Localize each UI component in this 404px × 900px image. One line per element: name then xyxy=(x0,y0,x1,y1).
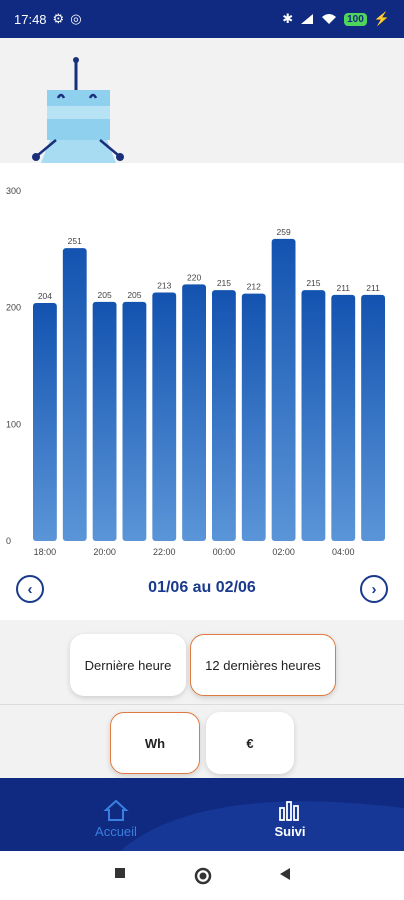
date-range-label: 01/06 au 02/06 xyxy=(148,579,256,596)
chart-bar xyxy=(152,292,177,541)
notification-icon: ◎ xyxy=(70,11,82,26)
last-12-hours-button[interactable]: 12 dernières heures xyxy=(190,634,336,696)
chart-bar xyxy=(301,290,326,541)
x-tick-label: 04:00 xyxy=(332,547,355,557)
bar-value-label: 211 xyxy=(336,283,350,293)
chart-bar xyxy=(361,294,385,541)
bar-value-label: 204 xyxy=(38,291,52,301)
unit-euro-button[interactable]: € xyxy=(206,712,294,774)
bar-value-label: 220 xyxy=(187,272,201,282)
sync-icon: ⚙ xyxy=(52,11,65,26)
bar-value-label: 213 xyxy=(157,281,171,291)
nav-home[interactable]: Accueil xyxy=(76,798,156,839)
status-time: 17:48 xyxy=(14,11,47,27)
x-tick-label: 18:00 xyxy=(34,547,57,557)
bar-value-label: 205 xyxy=(97,290,111,300)
unit-wh-button[interactable]: Wh xyxy=(110,712,200,774)
x-tick-label: 02:00 xyxy=(272,547,295,557)
y-tick-label: 200 xyxy=(6,303,21,313)
system-navigation-bar xyxy=(0,851,404,900)
chart-bar xyxy=(212,290,236,541)
bar-chart: 0 100 200 300 204 251 205 205 213 220 215 212 259 215… xyxy=(6,186,385,557)
chart-bar xyxy=(271,238,296,541)
battery-icon: 100 xyxy=(344,12,367,26)
y-tick-label: 100 xyxy=(6,419,21,429)
chart-bar xyxy=(182,284,206,541)
nav-curve-decoration xyxy=(120,801,404,851)
next-period-button[interactable]: › xyxy=(360,575,388,603)
home-system-icon[interactable] xyxy=(193,866,213,886)
chevron-right-icon: › xyxy=(371,580,377,598)
home-icon xyxy=(103,799,129,821)
bar-value-label: 251 xyxy=(68,236,82,246)
header-banner xyxy=(0,38,404,163)
chart-bar xyxy=(122,301,147,541)
bar-value-label: 211 xyxy=(366,283,380,293)
back-icon[interactable] xyxy=(278,866,292,882)
nav-home-label: Accueil xyxy=(95,824,137,839)
y-tick-label: 300 xyxy=(6,186,21,196)
wifi-icon xyxy=(322,14,337,24)
last-hour-button[interactable]: Dernière heure xyxy=(70,634,186,696)
chart-bar xyxy=(241,293,266,541)
y-tick-label: 0 xyxy=(6,536,11,546)
chart-bar xyxy=(92,301,117,541)
previous-period-button[interactable]: ‹ xyxy=(16,575,44,603)
signal-icon xyxy=(301,14,314,24)
x-tick-label: 20:00 xyxy=(93,547,116,557)
bar-chart-icon xyxy=(279,801,299,821)
consumption-chart: 0 100 200 300 204 251 205 205 213 220 215 212 259 215… xyxy=(0,163,404,620)
bar-value-label: 215 xyxy=(217,278,231,288)
bar-value-label: 212 xyxy=(247,282,261,292)
nav-tracking[interactable]: Suivi xyxy=(250,798,330,839)
date-navigation: ‹ 01/06 au 02/06 › xyxy=(0,565,404,615)
status-bar: 17:48 ⚙ ◎ ✱ 100 ⚡ xyxy=(0,0,404,38)
nav-tracking-label: Suivi xyxy=(274,824,306,839)
chart-bar xyxy=(33,303,57,541)
x-tick-label: 00:00 xyxy=(213,547,236,557)
robot-mascot-icon xyxy=(32,57,124,163)
bar-value-label: 205 xyxy=(127,290,141,300)
chevron-left-icon: ‹ xyxy=(27,580,33,598)
bottom-navigation: Accueil Suivi xyxy=(0,778,404,851)
charging-icon: ⚡ xyxy=(373,11,390,26)
x-tick-label: 22:00 xyxy=(153,547,176,557)
chart-bar xyxy=(331,294,356,541)
recents-icon[interactable] xyxy=(113,866,127,880)
bar-value-label: 215 xyxy=(306,278,320,288)
bar-value-label: 259 xyxy=(276,227,290,237)
divider xyxy=(0,704,404,705)
chart-bar xyxy=(62,248,87,541)
filter-panel: Dernière heure 12 dernières heures Wh € xyxy=(0,620,404,795)
bluetooth-icon: ✱ xyxy=(282,11,294,26)
